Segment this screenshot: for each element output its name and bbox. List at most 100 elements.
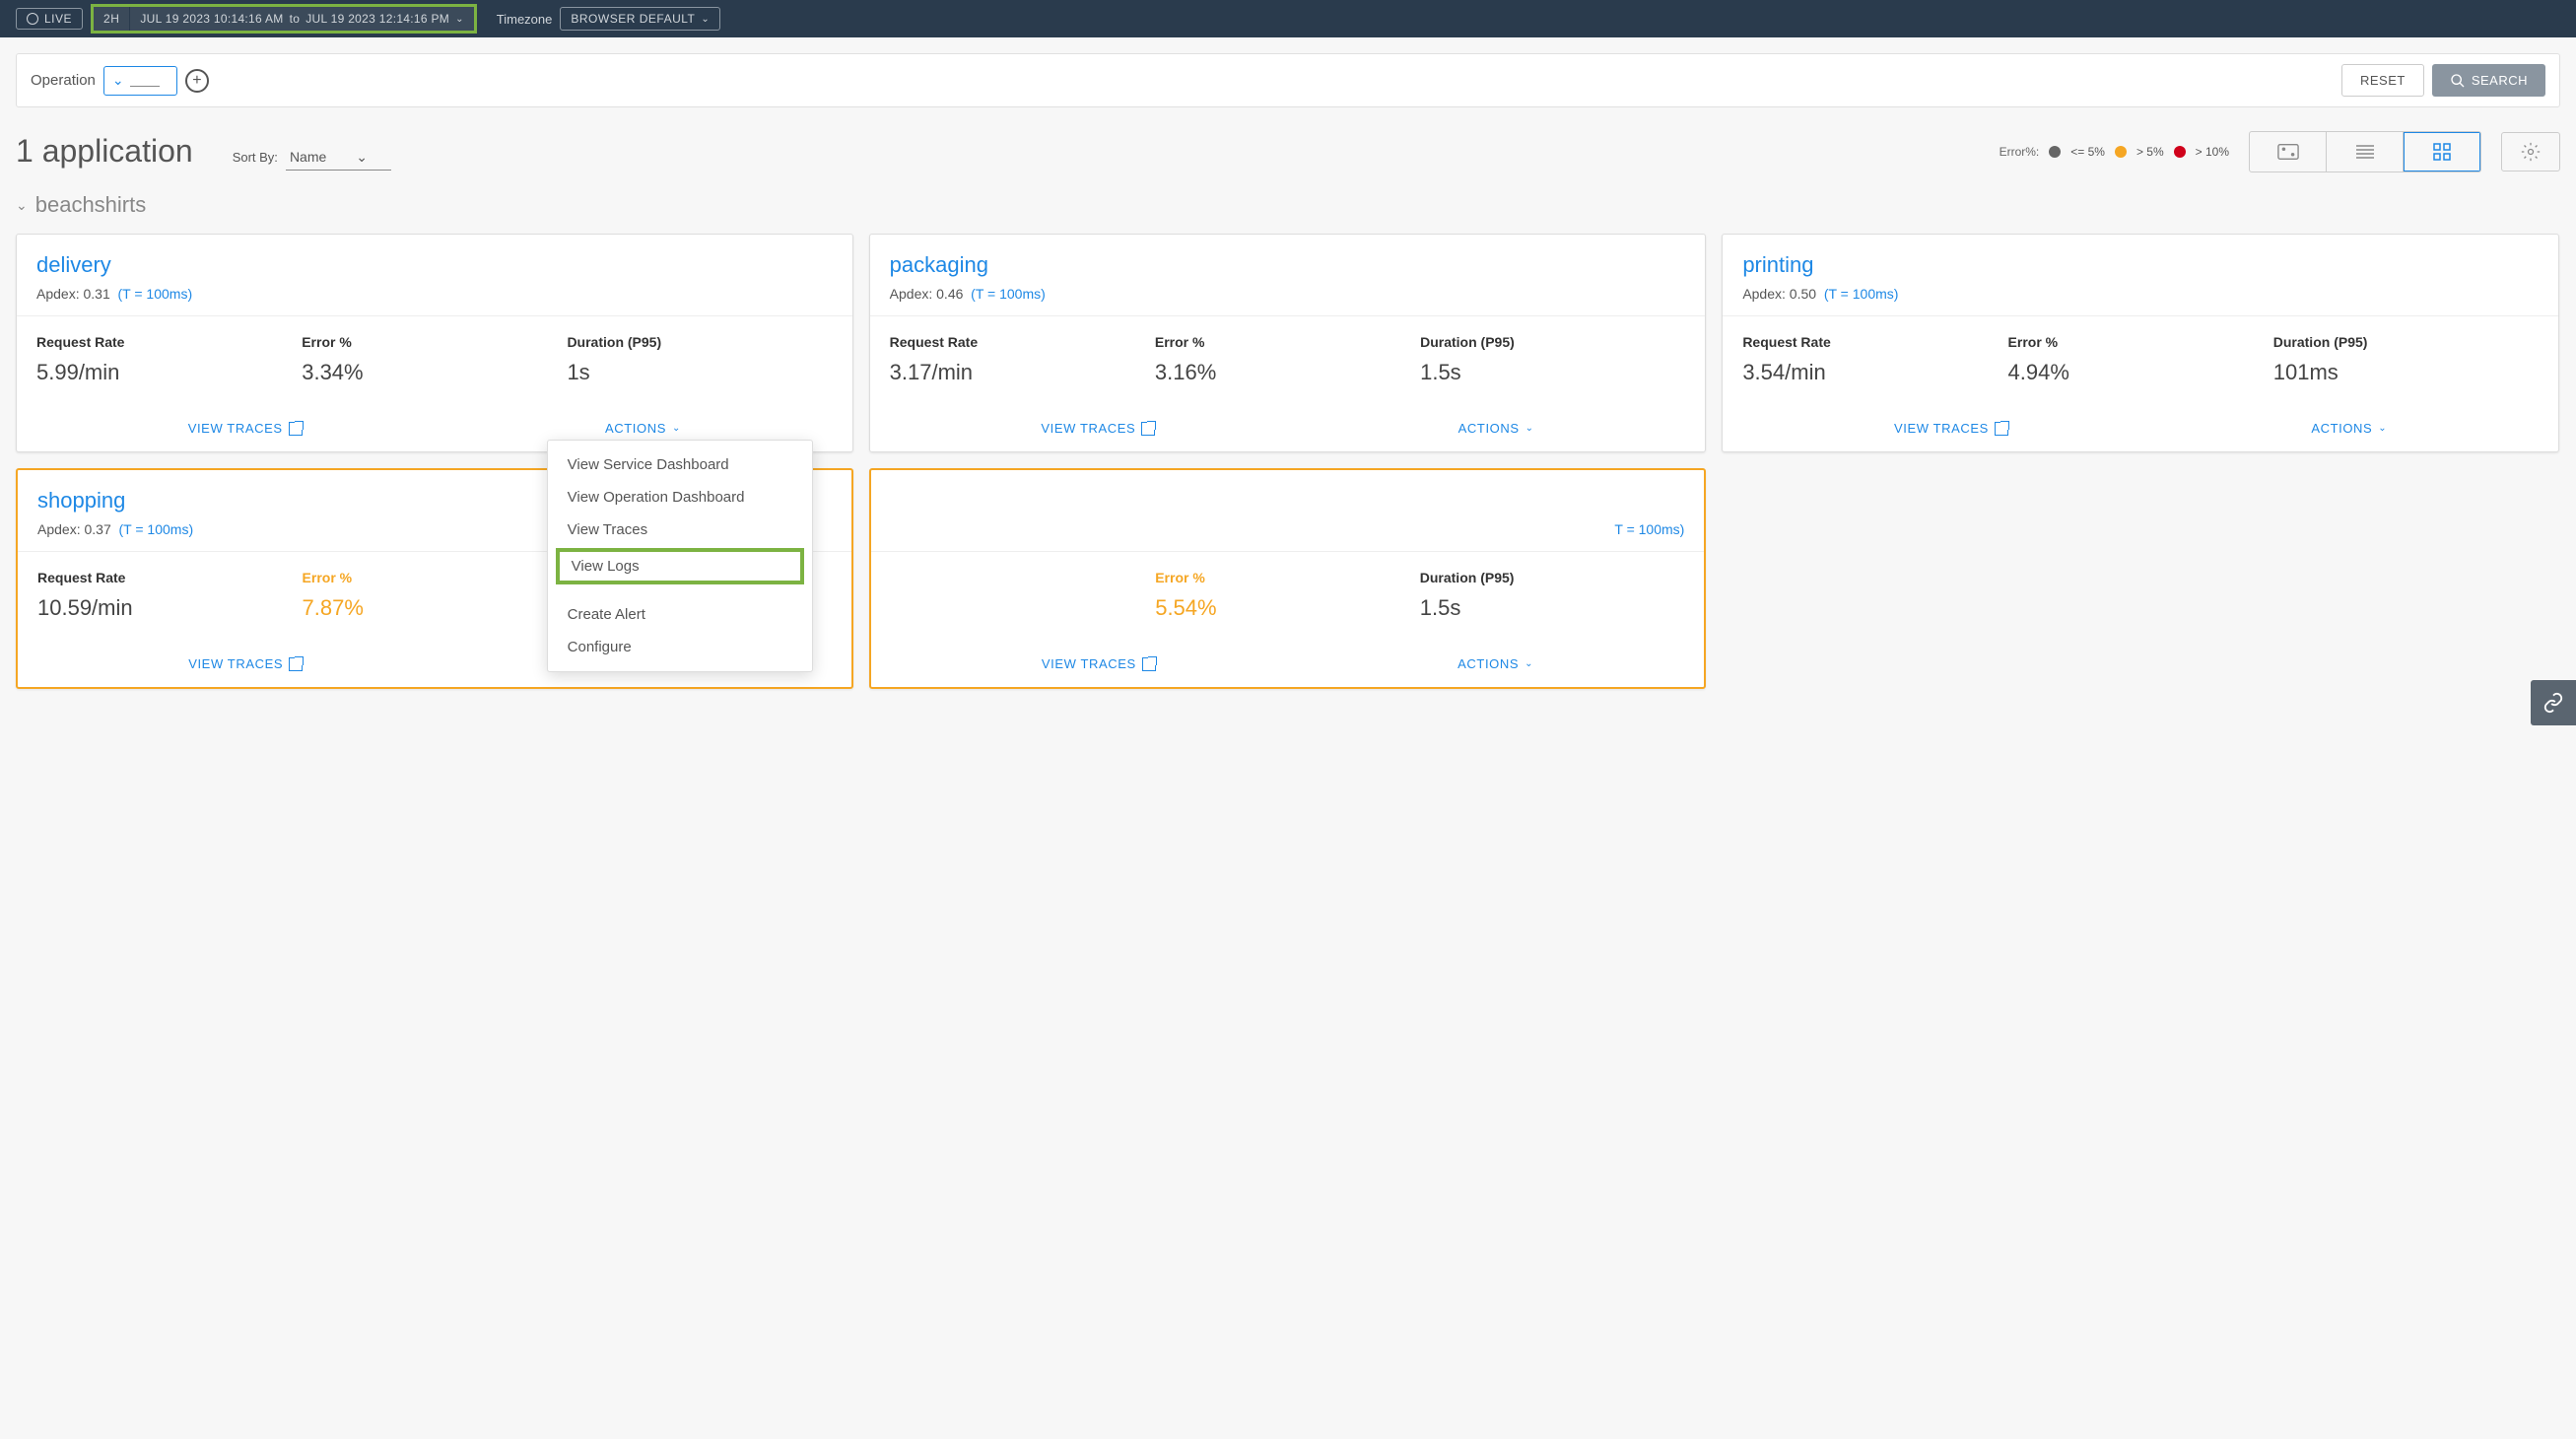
link-icon (2542, 692, 2564, 714)
time-range-preset[interactable]: 2H (94, 7, 129, 31)
reset-button[interactable]: RESET (2341, 64, 2424, 97)
dropdown-item-service-dashboard[interactable]: View Service Dashboard (548, 448, 812, 481)
actions-dropdown: View Service Dashboard View Operation Da… (547, 440, 813, 672)
actions-button[interactable]: ACTIONS ⌄ (1457, 656, 1533, 671)
metric-duration: Duration (P95) 1s (567, 334, 832, 385)
view-traces-link[interactable]: VIEW TRACES (1041, 421, 1155, 436)
time-range-from: JUL 19 2023 10:14:16 AM (140, 12, 283, 26)
dropdown-divider (548, 586, 812, 598)
filter-bar: Operation ⌄ + RESET SEARCH (16, 53, 2560, 107)
timezone-label: Timezone (497, 12, 553, 27)
view-traces-link[interactable]: VIEW TRACES (1042, 656, 1156, 671)
service-name[interactable]: delivery (36, 252, 833, 278)
service-name[interactable]: packaging (890, 252, 1686, 278)
actions-label: ACTIONS (1457, 656, 1519, 671)
search-button[interactable]: SEARCH (2432, 64, 2545, 97)
actions-button[interactable]: ACTIONS ⌄ (2311, 421, 2387, 436)
time-range-group: 2H JUL 19 2023 10:14:16 AM to JUL 19 202… (91, 4, 477, 34)
dropdown-item-traces[interactable]: View Traces (548, 514, 812, 546)
dropdown-item-create-alert[interactable]: Create Alert (548, 598, 812, 631)
time-range-to: JUL 19 2023 12:14:16 PM (305, 12, 449, 26)
view-scatter-button[interactable] (2250, 132, 2327, 171)
service-card-partial: T = 100ms) Error % 5.54% Duration (P95) … (869, 468, 1707, 689)
card-footer: VIEW TRACES ACTIONS ⌄ (1723, 409, 2558, 451)
view-list-button[interactable] (2327, 132, 2404, 171)
filter-right: RESET SEARCH (2341, 64, 2545, 97)
view-traces-link[interactable]: VIEW TRACES (188, 421, 303, 436)
service-name[interactable]: printing (1742, 252, 2539, 278)
live-indicator-icon (27, 13, 38, 25)
gear-icon (2521, 142, 2541, 162)
share-link-button[interactable] (2531, 680, 2576, 725)
metric-value: 1s (567, 360, 832, 385)
view-traces-label: VIEW TRACES (188, 421, 283, 436)
metric-value (891, 595, 1156, 621)
apdex-threshold-partial[interactable]: T = 100ms) (1614, 521, 1684, 537)
dropdown-item-logs[interactable]: View Logs (556, 548, 804, 584)
metric-label: Duration (P95) (567, 334, 832, 350)
external-link-icon (1995, 422, 2008, 436)
header-row: 1 application Sort By: Name ⌄ Error%: <=… (0, 123, 2576, 188)
sort-select[interactable]: Name ⌄ (286, 145, 391, 171)
sort-label: Sort By: (233, 150, 278, 165)
settings-button[interactable] (2501, 132, 2560, 171)
chevron-down-icon: ⌄ (2378, 423, 2387, 434)
dropdown-item-operation-dashboard[interactable]: View Operation Dashboard (548, 481, 812, 514)
live-button[interactable]: LIVE (16, 8, 83, 30)
card-header: printing Apdex: 0.50 (T = 100ms) (1723, 235, 2558, 316)
apdex-threshold[interactable]: (T = 100ms) (971, 286, 1046, 302)
time-range-to-word: to (290, 12, 301, 26)
apdex-threshold[interactable]: (T = 100ms) (119, 521, 194, 537)
group-name: beachshirts (35, 192, 147, 218)
legend-label: Error%: (2000, 145, 2040, 159)
group-header[interactable]: ⌄ beachshirts (0, 188, 2576, 234)
metric-request-rate: Request Rate 10.59/min (37, 570, 303, 621)
add-filter-button[interactable]: + (185, 69, 209, 93)
metric-value: 101ms (2273, 360, 2539, 385)
dot-red-icon (2174, 146, 2186, 158)
actions-label: ACTIONS (605, 421, 666, 436)
service-card-delivery: delivery Apdex: 0.31 (T = 100ms) Request… (16, 234, 853, 452)
view-traces-label: VIEW TRACES (188, 656, 283, 671)
metric-value: 1.5s (1420, 360, 1685, 385)
chevron-down-icon: ⌄ (1525, 423, 1534, 434)
search-label: SEARCH (2472, 73, 2528, 88)
actions-button[interactable]: ACTIONS ⌄ (605, 421, 681, 436)
view-traces-label: VIEW TRACES (1041, 421, 1135, 436)
time-range-picker[interactable]: JUL 19 2023 10:14:16 AM to JUL 19 2023 1… (129, 7, 473, 31)
operation-select[interactable]: ⌄ (103, 66, 177, 96)
card-header: delivery Apdex: 0.31 (T = 100ms) (17, 235, 852, 316)
chevron-down-icon: ⌄ (455, 14, 464, 25)
metric-value: 5.99/min (36, 360, 302, 385)
application-count: 1 application (16, 133, 193, 170)
header-left: 1 application Sort By: Name ⌄ (16, 133, 391, 171)
card-body: Request Rate 5.99/min Error % 3.34% Dura… (17, 316, 852, 409)
metric-request-rate: Request Rate 3.54/min (1742, 334, 2007, 385)
chevron-down-icon: ⌄ (701, 14, 710, 25)
metric-label: Request Rate (1742, 334, 2007, 350)
apdex-label: Apdex: (890, 286, 933, 302)
apdex-value: 0.31 (83, 286, 109, 302)
view-traces-label: VIEW TRACES (1042, 656, 1136, 671)
timezone-select[interactable]: BROWSER DEFAULT ⌄ (560, 7, 720, 31)
card-header: T = 100ms) (871, 470, 1705, 552)
view-grid-button[interactable] (2404, 132, 2480, 171)
header-right: Error%: <= 5% > 5% > 10% (2000, 131, 2560, 172)
view-traces-link[interactable]: VIEW TRACES (188, 656, 303, 671)
sort-value: Name (290, 149, 326, 165)
metric-error: Error % 3.16% (1155, 334, 1420, 385)
view-traces-link[interactable]: VIEW TRACES (1894, 421, 2008, 436)
apdex-threshold[interactable]: (T = 100ms) (118, 286, 193, 302)
list-icon (2354, 144, 2376, 160)
search-icon (2450, 73, 2466, 89)
service-card-packaging: packaging Apdex: 0.46 (T = 100ms) Reques… (869, 234, 1707, 452)
metric-error: Error % 7.87% (303, 570, 568, 621)
actions-button[interactable]: ACTIONS ⌄ (1458, 421, 1534, 436)
dropdown-item-configure[interactable]: Configure (548, 631, 812, 663)
sort-wrap: Sort By: Name ⌄ (233, 145, 391, 171)
metric-error: Error % 3.34% (302, 334, 567, 385)
external-link-icon (1141, 422, 1155, 436)
apdex-threshold[interactable]: (T = 100ms) (1824, 286, 1899, 302)
chevron-down-icon: ⌄ (16, 197, 28, 214)
service-name[interactable] (891, 488, 1685, 514)
